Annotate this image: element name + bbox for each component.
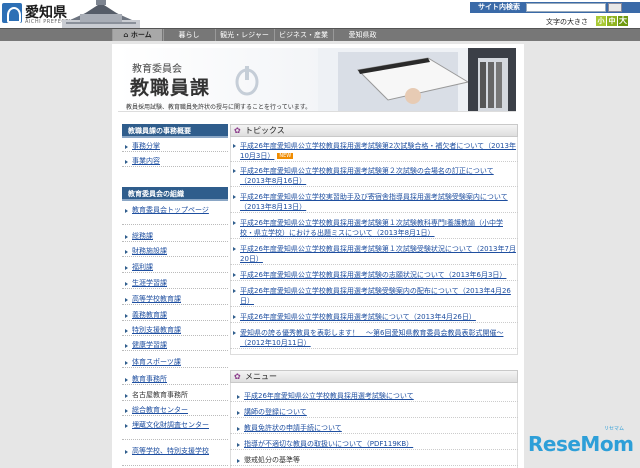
- banner-photo-illustration: [318, 48, 516, 111]
- menu-item-exam[interactable]: 平成26年度愛知県公立学校教員採用選考試験について: [230, 392, 518, 402]
- topic-item[interactable]: 平成26年度愛知県公立学校教員採用選考試験について（2013年4月26日）: [230, 312, 518, 323]
- sidebar-item-special-support[interactable]: 特別支援教育課: [122, 326, 228, 336]
- topic-text[interactable]: 日）: [240, 297, 254, 305]
- menu-item-inappropriate-teachers[interactable]: 指導が不適切な教員の取扱いについて（PDF119KB）: [230, 440, 518, 450]
- sidebar-item-schools[interactable]: 高等学校、特別支援学校: [122, 447, 228, 466]
- topic-text[interactable]: 平成26年度愛知県公立学校教員採用選考試験受験案内の配布について（2013年4月…: [240, 287, 511, 295]
- topic-item[interactable]: 愛知県の誇る優秀教員を表彰します！ ～第6回愛知県教育委員会教員表彰式開催～ （…: [230, 328, 518, 349]
- watermark-kana: リセマム: [604, 426, 625, 432]
- page-banner: 教育委員会 教職員課 教員採用試験、教育職員免許状の授与に関することを行っていま…: [118, 48, 516, 112]
- new-badge: NEW: [277, 153, 294, 159]
- search-button[interactable]: [608, 3, 622, 12]
- page-title: 教職員課: [130, 77, 211, 99]
- topic-text[interactable]: 平成26年度愛知県公立学校教員採用選考試験について（2013年4月26日）: [240, 313, 476, 321]
- sidebar-item-compulsory[interactable]: 義務教育課: [122, 311, 228, 321]
- topic-item[interactable]: 平成26年度愛知県公立学校教員採用選考試験第１次試験受験状況について（2013年…: [230, 244, 518, 265]
- prefecture-logo-icon[interactable]: [2, 3, 22, 23]
- font-size-label: 文字の大きさ: [546, 18, 588, 26]
- topics-heading: トピックス: [230, 124, 518, 137]
- font-size-medium-button[interactable]: 中: [607, 16, 617, 26]
- main-content: 教育委員会 教職員課 教員採用試験、教育職員免許状の授与に関することを行っていま…: [112, 44, 524, 468]
- topic-item[interactable]: 平成26年度愛知県公立学校教員採用選考試験の志願状況について（2013年6月3日…: [230, 270, 518, 281]
- topic-text[interactable]: （2013年8月13日）: [240, 203, 306, 211]
- sidebar-item-nagoya-office[interactable]: 名古屋教育事務所: [122, 391, 228, 401]
- topic-text[interactable]: 平成26年度愛知県公立学校実習助手及び寄宿舎指導員採用選考試験受験案内について: [240, 193, 508, 201]
- topic-item[interactable]: 平成26年度愛知県公立学校教員採用選考試験受験案内の配布について（2013年4月…: [230, 286, 518, 307]
- topic-text[interactable]: 愛知県の誇る優秀教員を表彰します！ ～第6回愛知県教育委員会教員表彰式開催～: [240, 329, 503, 337]
- topic-text[interactable]: 校・県立学校）における出題ミスについて（2013年8月1日）: [240, 229, 435, 237]
- prefecture-emblem-icon: [235, 66, 259, 96]
- banner-description: 教員採用試験、教育職員免許状の授与に関することを行っています。: [126, 104, 312, 111]
- menu-item-discipline[interactable]: 懲戒処分の基準等: [230, 456, 518, 466]
- sidebar-item-education-center[interactable]: 総合教育センター: [122, 406, 228, 416]
- sidebar-item-finance[interactable]: 財務施設課: [122, 247, 228, 257]
- font-size-small-button[interactable]: 小: [596, 16, 606, 26]
- sidebar-section-organization-heading: 教育委員会の組織: [122, 187, 228, 201]
- topic-item[interactable]: 平成26年度愛知県公立学校教員採用選考試験第2次試験合格・補欠者について（201…: [230, 141, 518, 162]
- nav-government[interactable]: 愛知県政: [333, 29, 391, 41]
- nav-business[interactable]: ビジネス・産業: [274, 29, 332, 41]
- topic-text[interactable]: 平成26年度愛知県公立学校教員採用選考試験第２次試験の会場名の訂正について: [240, 167, 494, 175]
- nav-home[interactable]: ⌂ ホーム: [112, 29, 162, 41]
- topic-text[interactable]: 平成26年度愛知県公立学校教員採用選考試験第2次試験合格・補欠者について（201…: [240, 142, 516, 150]
- topic-text[interactable]: 10月3日）: [240, 152, 274, 160]
- topic-item[interactable]: 平成26年度愛知県公立学校教員採用選考試験第１次試験教科専門Ⅰ養護教諭（小中学 …: [230, 218, 518, 239]
- topic-text[interactable]: 平成26年度愛知県公立学校教員採用選考試験の志願状況について（2013年6月3日…: [240, 271, 506, 279]
- topic-text[interactable]: （2013年8月16日）: [240, 177, 306, 185]
- topic-item[interactable]: 平成26年度愛知県公立学校教員採用選考試験第２次試験の会場名の訂正について （2…: [230, 166, 518, 187]
- font-size-large-button[interactable]: 大: [618, 16, 628, 26]
- search-input[interactable]: [526, 3, 606, 12]
- site-header: 愛知県 AICHI PREFECTURE サイト内検索 文字の大きさ 小 中 大: [0, 0, 640, 30]
- sidebar-item-high-school[interactable]: 高等学校教育課: [122, 295, 228, 305]
- sidebar-item-general-affairs[interactable]: 総務課: [122, 232, 228, 242]
- menu-heading: メニュー: [230, 370, 518, 383]
- castle-illustration-icon: [62, 0, 140, 30]
- topic-text[interactable]: 20日）: [240, 255, 263, 263]
- menu-item-license[interactable]: 教員免許状の申請手続について: [230, 424, 518, 434]
- topic-item[interactable]: 平成26年度愛知県公立学校実習助手及び寄宿舎指導員採用選考試験受験案内について …: [230, 192, 518, 213]
- nav-home-label: ホーム: [130, 31, 152, 39]
- menu-item-lecturer[interactable]: 講師の登録について: [230, 408, 518, 418]
- sidebar-item-education-office[interactable]: 教育事務所: [122, 375, 228, 385]
- nav-tourism[interactable]: 観光・レジャー: [215, 29, 273, 41]
- watermark-logo: ReseMom: [528, 432, 634, 456]
- sidebar-item-archaeology-center[interactable]: 埋蔵文化財調査センター: [122, 421, 228, 440]
- sidebar-section-overview-heading: 教職員課の事務概要: [122, 124, 228, 138]
- topic-text[interactable]: 平成26年度愛知県公立学校教員採用選考試験第１次試験受験状況について（2013年…: [240, 245, 516, 253]
- sidebar-item-board-top[interactable]: 教育委員会トップページ: [122, 206, 228, 225]
- topic-text[interactable]: 平成26年度愛知県公立学校教員採用選考試験第１次試験教科専門Ⅰ養護教諭（小中学: [240, 219, 503, 227]
- sidebar-item-health[interactable]: 健康学習課: [122, 341, 228, 351]
- sidebar-item-duties[interactable]: 事務分掌: [122, 142, 228, 152]
- sidebar-item-sports[interactable]: 体育スポーツ課: [122, 358, 228, 368]
- page: 愛知県 AICHI PREFECTURE サイト内検索 文字の大きさ 小 中 大…: [0, 0, 640, 468]
- sidebar-item-welfare[interactable]: 福利課: [122, 263, 228, 273]
- sidebar-item-projects[interactable]: 事業内容: [122, 157, 228, 167]
- home-icon: ⌂: [123, 31, 131, 39]
- search-label: サイト内検索: [478, 3, 520, 11]
- global-nav: ⌂ ホーム 暮らし 観光・レジャー ビジネス・産業 愛知県政: [0, 28, 640, 41]
- sidebar-item-lifelong-learning[interactable]: 生涯学習課: [122, 279, 228, 289]
- topic-text[interactable]: （2012年10月11日）: [240, 339, 311, 347]
- nav-life[interactable]: 暮らし: [163, 29, 214, 41]
